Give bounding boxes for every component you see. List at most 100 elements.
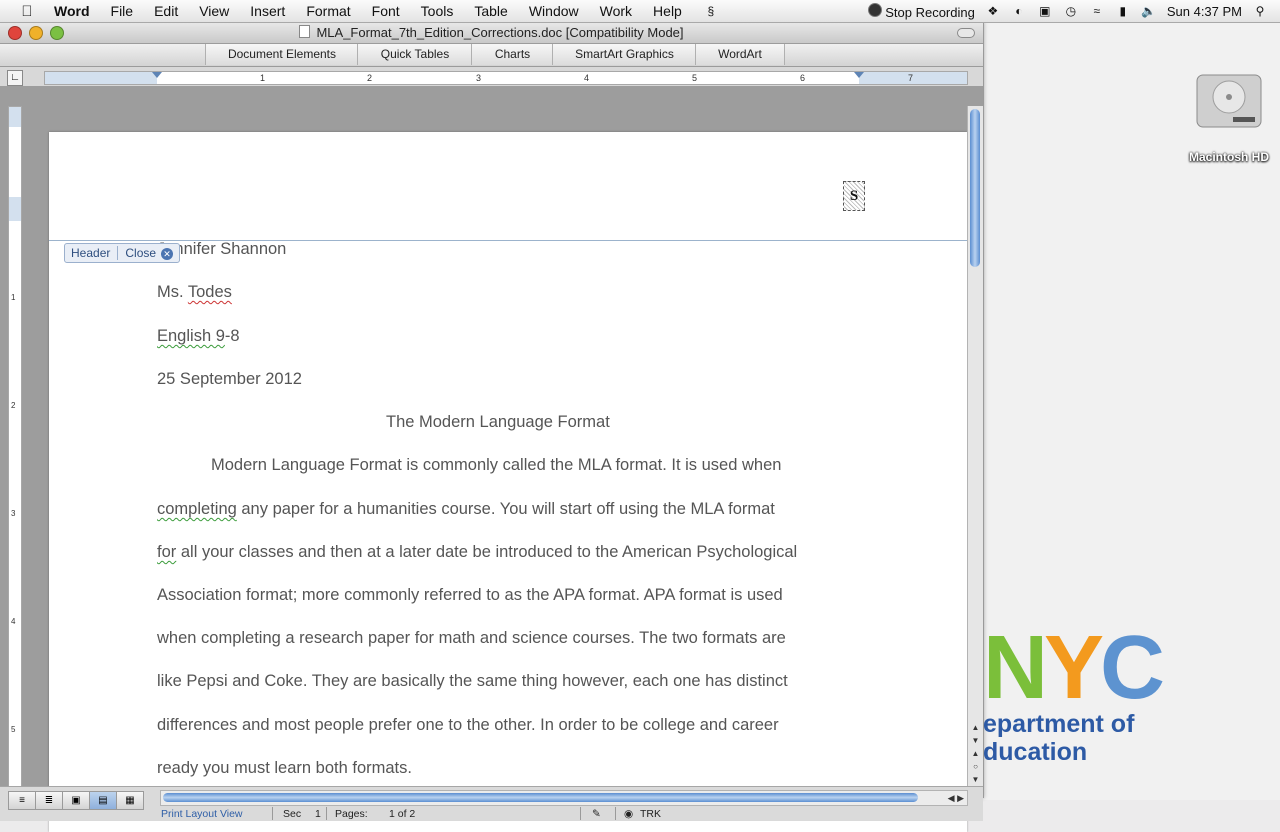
tab-selector-button[interactable]: ∟ xyxy=(7,70,23,86)
section-value: 1 xyxy=(315,808,321,820)
display-icon[interactable]: ◐ xyxy=(1011,4,1027,18)
time-machine-icon[interactable]: ◷ xyxy=(1063,4,1079,18)
vertical-scrollbar[interactable]: ▲ ▼ ▲ ○ ▼ xyxy=(967,106,983,786)
outline-view-icon[interactable]: ≣ xyxy=(35,791,63,810)
vruler-number: 2 xyxy=(11,401,16,410)
record-icon xyxy=(867,2,882,17)
page-header-area[interactable]: S xyxy=(49,132,967,241)
horizontal-scroll-thumb[interactable] xyxy=(163,793,918,802)
window-title: MLA_Format_7th_Edition_Corrections.doc [… xyxy=(0,25,983,40)
menu-view[interactable]: View xyxy=(199,3,229,19)
print-layout-icon[interactable]: ▤ xyxy=(89,791,117,810)
screen-icon[interactable]: ▣ xyxy=(1037,4,1053,18)
wifi-icon[interactable]: ≈ xyxy=(1089,4,1105,18)
tab-quick-tables[interactable]: Quick Tables xyxy=(357,44,473,65)
desktop:  Word File Edit View Insert Format Font… xyxy=(0,0,1280,832)
tab-charts[interactable]: Charts xyxy=(471,44,554,65)
tab-wordart[interactable]: WordArt xyxy=(695,44,785,65)
text-line: Association format; more commonly referr… xyxy=(157,586,783,604)
menu-edit[interactable]: Edit xyxy=(154,3,178,19)
logo-letter-n: N xyxy=(983,618,1048,718)
proofing-icon[interactable]: ✎ xyxy=(592,807,601,821)
grammar-flag[interactable]: English 9 xyxy=(157,327,225,345)
text-line: English 9-8 xyxy=(157,327,240,345)
tab-smartart-graphics[interactable]: SmartArt Graphics xyxy=(552,44,697,65)
scroll-down-icon[interactable]: ▼ xyxy=(968,734,983,747)
app-menu-word[interactable]: Word xyxy=(54,3,90,19)
next-page-icon[interactable]: ▼ xyxy=(968,773,983,786)
text-line: for all your classes and then at a later… xyxy=(157,543,798,561)
status-bar: ≡ ≣ ▣ ▤ ▦ ◀ ▶ Print Layout View Sec 1 Pa… xyxy=(0,786,983,821)
previous-page-icon[interactable]: ▲ xyxy=(968,747,983,760)
nyc-logo-letters: N Y C xyxy=(983,618,1165,718)
ruler-number: 7 xyxy=(908,73,914,83)
header-close-tag: Header Close ✕ xyxy=(64,243,181,263)
document-workarea: 1 2 3 4 5 S Header Close ✕ Jennifer Shann… xyxy=(0,86,983,832)
hard-drive-icon[interactable] xyxy=(1193,65,1265,137)
vertical-ruler[interactable]: 1 2 3 4 5 xyxy=(8,106,22,788)
menu-format[interactable]: Format xyxy=(306,3,350,19)
toolbar-toggle-button[interactable] xyxy=(957,28,975,38)
menu-bar:  Word File Edit View Insert Format Font… xyxy=(0,0,1280,23)
apple-menu-icon[interactable]:  xyxy=(16,3,38,20)
menu-help[interactable]: Help xyxy=(653,3,682,19)
publishing-layout-icon[interactable]: ▣ xyxy=(62,791,90,810)
close-icon: ✕ xyxy=(161,248,174,260)
horizontal-ruler-row: ∟ 1 2 3 4 5 6 7 xyxy=(0,67,983,88)
menu-work[interactable]: Work xyxy=(600,3,632,19)
horizontal-scrollbar[interactable]: ◀ ▶ xyxy=(160,790,968,806)
ruler-number: 5 xyxy=(692,73,698,83)
section-label: Sec xyxy=(283,808,302,820)
vruler-number: 4 xyxy=(11,617,16,626)
menu-file[interactable]: File xyxy=(111,3,134,19)
close-header-button[interactable]: Close ✕ xyxy=(125,246,174,260)
text-line: Modern Language Format is commonly calle… xyxy=(211,456,782,474)
document-title: The Modern Language Format xyxy=(386,413,610,431)
track-changes-label[interactable]: TRK xyxy=(640,807,661,821)
menu-clock[interactable]: Sun 4:37 PM xyxy=(1167,4,1242,19)
document-icon xyxy=(299,25,311,38)
horizontal-ruler[interactable]: 1 2 3 4 5 6 7 xyxy=(44,71,968,85)
menu-window[interactable]: Window xyxy=(529,3,579,19)
menu-font[interactable]: Font xyxy=(372,3,400,19)
volume-icon[interactable]: 🔈 xyxy=(1141,4,1157,18)
vertical-scroll-thumb[interactable] xyxy=(970,109,980,267)
grammar-flag[interactable]: completing xyxy=(157,500,237,518)
first-line-indent-marker[interactable] xyxy=(152,72,162,78)
ruler-number: 1 xyxy=(260,73,266,83)
pages-label: Pages: xyxy=(335,808,368,820)
header-text-box[interactable]: S xyxy=(843,181,865,211)
grammar-flag[interactable]: for xyxy=(157,543,176,561)
tab-document-elements[interactable]: Document Elements xyxy=(205,44,359,65)
horizontal-scroll-arrows[interactable]: ◀ ▶ xyxy=(948,791,964,805)
text-line: 25 September 2012 xyxy=(157,370,302,388)
spotlight-search-icon[interactable]: ⚲ xyxy=(1252,4,1268,18)
header-tag-label: Header xyxy=(71,246,111,260)
hard-drive-label[interactable]: Macintosh HD xyxy=(1180,150,1278,164)
ruler-number: 6 xyxy=(800,73,806,83)
nyc-doe-logo: N Y C epartment of ducation xyxy=(983,618,1280,770)
title-bar[interactable]: MLA_Format_7th_Edition_Corrections.doc [… xyxy=(0,22,983,44)
spelling-error[interactable]: Todes xyxy=(188,283,232,301)
menu-insert[interactable]: Insert xyxy=(250,3,285,19)
menu-table[interactable]: Table xyxy=(474,3,507,19)
notebook-layout-icon[interactable]: ▦ xyxy=(116,791,144,810)
stop-recording-button[interactable]: Stop Recording xyxy=(867,2,975,20)
script-menu-icon[interactable]: § xyxy=(703,4,719,18)
track-changes-icon[interactable]: ◉ xyxy=(624,807,633,821)
text-line: differences and most people prefer one t… xyxy=(157,716,779,734)
text-line: when completing a research paper for mat… xyxy=(157,629,786,647)
draft-view-icon[interactable]: ≡ xyxy=(8,791,36,810)
ruler-number: 3 xyxy=(476,73,482,83)
menu-tools[interactable]: Tools xyxy=(421,3,454,19)
document-page[interactable]: S Header Close ✕ Jennifer Shannon Ms. Tod… xyxy=(49,132,967,832)
dropbox-icon[interactable]: ❖ xyxy=(985,4,1001,18)
vruler-number: 5 xyxy=(11,725,16,734)
right-indent-marker[interactable] xyxy=(854,72,864,78)
menu-extras: Stop Recording ❖ ◐ ▣ ◷ ≈ ▮ 🔈 Sun 4:37 PM… xyxy=(867,0,1268,22)
browse-object-icon[interactable]: ○ xyxy=(968,760,983,773)
battery-icon[interactable]: ▮ xyxy=(1115,4,1131,18)
scroll-up-icon[interactable]: ▲ xyxy=(968,721,983,734)
divider xyxy=(615,807,616,820)
ruler-number: 2 xyxy=(367,73,373,83)
